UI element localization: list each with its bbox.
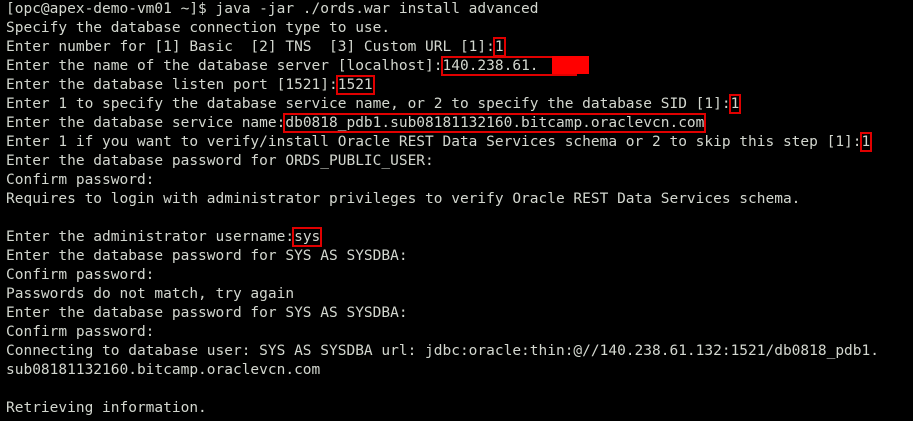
terminal-line-output: Enter the database password for ORDS_PUB… [6,152,434,171]
prompt-text: Enter the name of the database server [l… [6,58,443,74]
prompt-text: Enter 1 to specify the database service … [6,96,731,112]
command-text: [opc@apex-demo-vm01 ~]$ java -jar ./ords… [6,1,539,17]
output-text: Enter the database password for SYS AS S… [6,305,408,321]
terminal-line-connection-type: Enter number for [1] Basic [2] TNS [3] C… [6,37,506,57]
service-name-answer: db0818_pdb1.sub08181132160.bitcamp.oracl… [283,113,707,133]
prompt-text: Enter the database listen port [1521]: [6,77,338,93]
connection-type-answer: 1 [492,37,506,57]
output-text: sub08181132160.bitcamp.oraclevcn.com [6,362,321,378]
admin-username-answer: sys [292,227,323,247]
service-or-sid-answer: 1 [728,94,742,114]
terminal-line-output: Connecting to database user: SYS AS SYSD… [6,342,879,361]
terminal-line-port: Enter the database listen port [1521]:15… [6,75,375,95]
terminal-line-service-or-sid: Enter 1 to specify the database service … [6,94,742,114]
terminal-line-output: Passwords do not match, try again [6,285,294,304]
terminal-line-output: Enter the database password for SYS AS S… [6,247,408,266]
prompt-text: Enter 1 if you want to verify/install Or… [6,134,862,150]
terminal-line-output: Enter the database password for SYS AS S… [6,304,408,323]
terminal-line-command: [opc@apex-demo-vm01 ~]$ java -jar ./ords… [6,0,539,19]
output-text: Passwords do not match, try again [6,286,295,302]
redaction-block [552,56,589,74]
output-text: Retrieving information. [6,400,207,416]
output-text: Enter the database password for ORDS_PUB… [6,153,434,169]
output-text: Confirm password: [6,324,155,340]
verify-schema-answer: 1 [859,132,873,152]
terminal-line-output: Requires to login with administrator pri… [6,190,800,209]
terminal-line-output: Retrieving information. [6,399,207,418]
terminal-line-verify-schema: Enter 1 if you want to verify/install Or… [6,132,873,152]
output-text: Enter the database password for SYS AS S… [6,248,408,264]
terminal-line-output: sub08181132160.bitcamp.oraclevcn.com [6,361,320,380]
terminal-line-server: Enter the name of the database server [l… [6,56,577,76]
prompt-text: Enter the administrator username: [6,229,295,245]
output-text: Confirm password: [6,172,155,188]
terminal-window[interactable]: [opc@apex-demo-vm01 ~]$ java -jar ./ords… [0,0,913,421]
terminal-line-output: Confirm password: [6,323,154,342]
terminal-line-output: Confirm password: [6,171,154,190]
prompt-text: Enter number for [1] Basic [2] TNS [3] C… [6,39,495,55]
output-text: Specify the database connection type to … [6,20,391,36]
terminal-line-admin-username: Enter the administrator username:sys [6,227,323,247]
output-text: Connecting to database user: SYS AS SYSD… [6,343,879,359]
terminal-line-service-name: Enter the database service name:db0818_p… [6,113,707,133]
prompt-text: Enter the database service name: [6,115,286,131]
output-text: Confirm password: [6,267,155,283]
terminal-line-output: Confirm password: [6,266,154,285]
terminal-line-output: Specify the database connection type to … [6,19,390,38]
output-text: Requires to login with administrator pri… [6,191,801,207]
port-answer: 1521 [335,75,375,95]
